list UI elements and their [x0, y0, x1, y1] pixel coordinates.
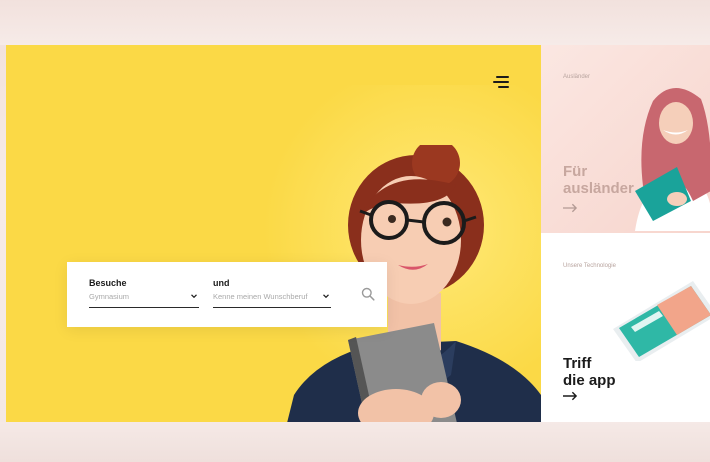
app-card[interactable]: Unsere Technologie Triff die app [541, 233, 710, 422]
hero-section: Besuche Gymnasium und Kenne meinen Wunsc… [6, 45, 541, 422]
search-icon[interactable] [361, 287, 375, 301]
field1-label: Besuche [89, 278, 127, 288]
app-eyebrow: Unsere Technologie [563, 263, 616, 269]
school-type-select[interactable]: Gymnasium [89, 289, 199, 308]
tablet-app-image [613, 281, 710, 361]
bottom-strip [0, 422, 710, 462]
field2-label: und [213, 278, 230, 288]
chevron-down-icon [191, 294, 197, 299]
chevron-down-icon [323, 294, 329, 299]
app-title: Triff die app [563, 355, 616, 389]
top-strip [0, 0, 710, 45]
foreigners-card[interactable]: Ausländer Für ausländer [541, 45, 710, 233]
career-value: Kenne meinen Wunschberuf [213, 292, 308, 301]
foreigners-title: Für ausländer [563, 163, 634, 197]
arrow-right-icon[interactable] [563, 391, 578, 401]
arrow-right-icon[interactable] [563, 203, 578, 213]
foreigners-eyebrow: Ausländer [563, 74, 591, 80]
school-type-value: Gymnasium [89, 292, 130, 301]
hamburger-menu-icon[interactable] [493, 76, 509, 88]
woman-with-tablet-photo [635, 88, 710, 231]
search-card: Besuche Gymnasium und Kenne meinen Wunsc… [67, 262, 387, 327]
career-select[interactable]: Kenne meinen Wunschberuf [213, 289, 331, 308]
